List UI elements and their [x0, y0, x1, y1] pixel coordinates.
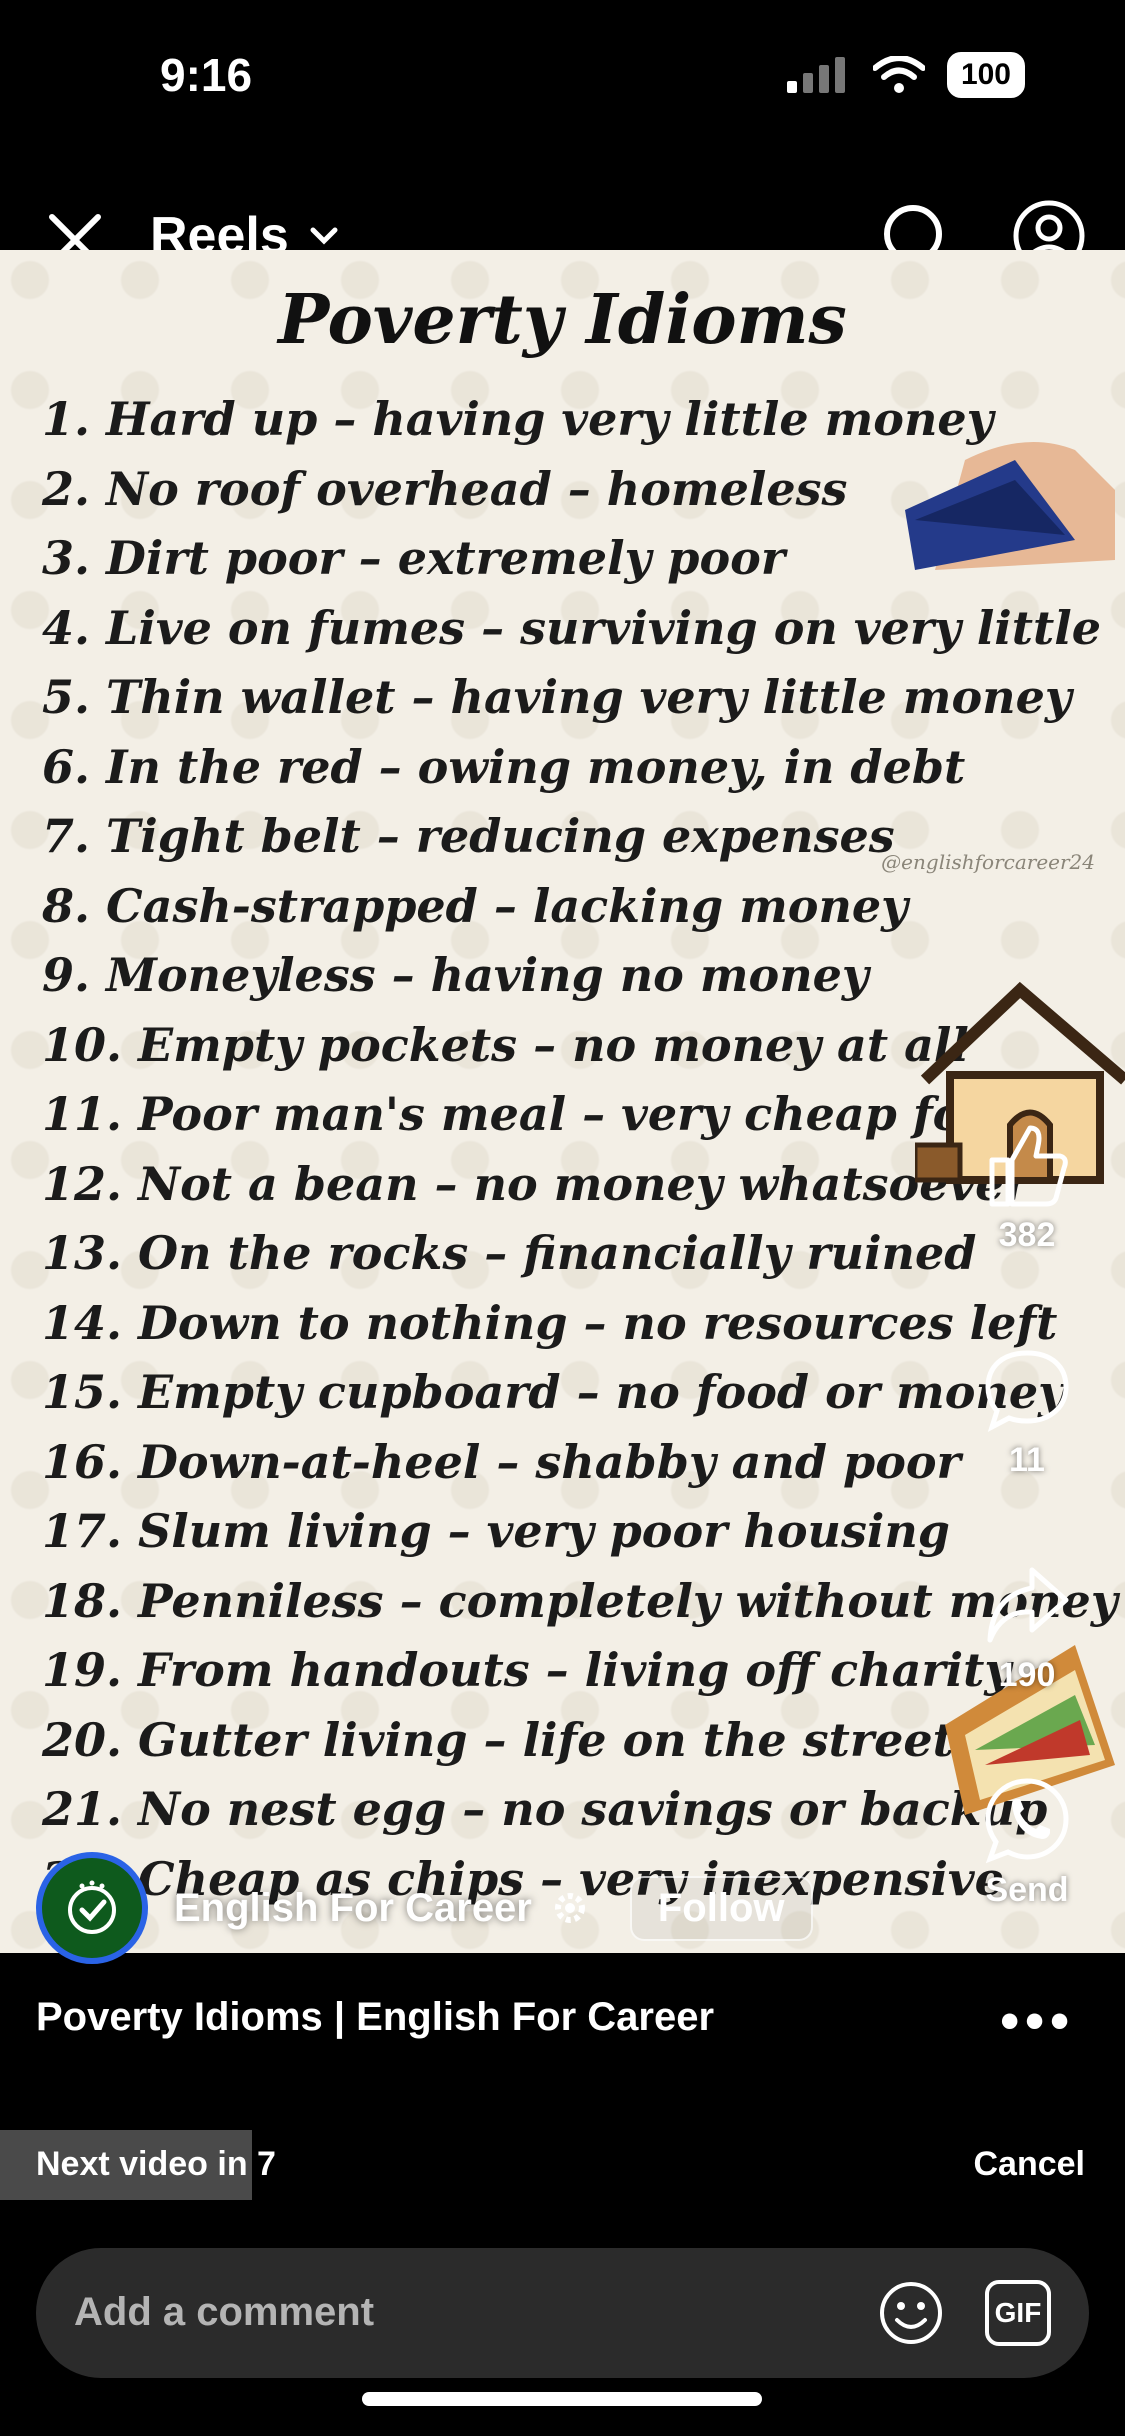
comment-bar[interactable]: Add a comment GIF — [36, 2248, 1089, 2378]
share-count: 190 — [998, 1656, 1056, 1694]
share-arrow-icon — [987, 1567, 1069, 1643]
status-time: 9:16 — [160, 49, 253, 101]
idiom-item: 17. Slum living – very poor housing — [42, 1504, 950, 1558]
thumbs-up-icon — [989, 1125, 1068, 1207]
creator-row: English For Career Follow — [36, 1848, 813, 1968]
send-button[interactable]: Send — [957, 1775, 1097, 1910]
signal-icon — [786, 57, 845, 93]
video-caption[interactable]: Poverty Idioms | English For Career — [36, 1995, 714, 2040]
verified-check-icon — [68, 1880, 116, 1934]
creator-name[interactable]: English For Career — [174, 1886, 532, 1931]
like-count: 382 — [998, 1216, 1056, 1254]
more-horizontal-icon: ••• — [1000, 1991, 1075, 2051]
whatsapp-icon — [985, 1778, 1069, 1864]
comment-button[interactable]: 11 — [957, 1345, 1097, 1480]
like-button[interactable]: 382 — [957, 1120, 1097, 1255]
status-bar: 9:16 100 — [0, 0, 1125, 150]
comment-icon — [985, 1350, 1069, 1433]
status-icons: 100 — [786, 52, 1025, 98]
idiom-item: 6. In the red – owing money, in debt — [42, 739, 966, 794]
wallet-illustration-icon — [905, 442, 1115, 570]
watermark: @englishforcareer24 — [881, 850, 1095, 874]
wifi-icon — [872, 56, 925, 93]
video-title: Poverty Idioms — [278, 280, 847, 360]
creator-avatar[interactable] — [36, 1852, 148, 1964]
send-label: Send — [985, 1871, 1069, 1909]
share-button[interactable]: 190 — [957, 1560, 1097, 1695]
battery-indicator: 100 — [946, 52, 1025, 98]
idiom-item: 5. Thin wallet – having very little mone… — [42, 670, 1072, 724]
video-player[interactable]: Poverty Idioms 1. Hard up – having very … — [0, 250, 1125, 1953]
emoji-button[interactable] — [878, 2280, 944, 2346]
emoji-icon — [880, 2282, 942, 2344]
gif-button[interactable]: GIF — [985, 2280, 1051, 2346]
idiom-item: 8. Cash-strapped – lacking money — [42, 878, 908, 933]
follow-button[interactable]: Follow — [629, 1875, 813, 1941]
comment-input[interactable]: Add a comment — [74, 2290, 374, 2335]
comment-count: 11 — [1009, 1441, 1045, 1479]
more-options-button[interactable]: ••• — [1000, 1990, 1075, 2052]
chevron-down-icon — [310, 227, 338, 245]
next-video-bar: Next video in 7 Cancel — [0, 2130, 1125, 2200]
home-indicator — [362, 2392, 762, 2406]
cancel-autoplay-button[interactable]: Cancel — [974, 2145, 1086, 2184]
next-video-countdown: Next video in 7 — [36, 2145, 276, 2183]
gear-icon — [554, 1893, 585, 1923]
